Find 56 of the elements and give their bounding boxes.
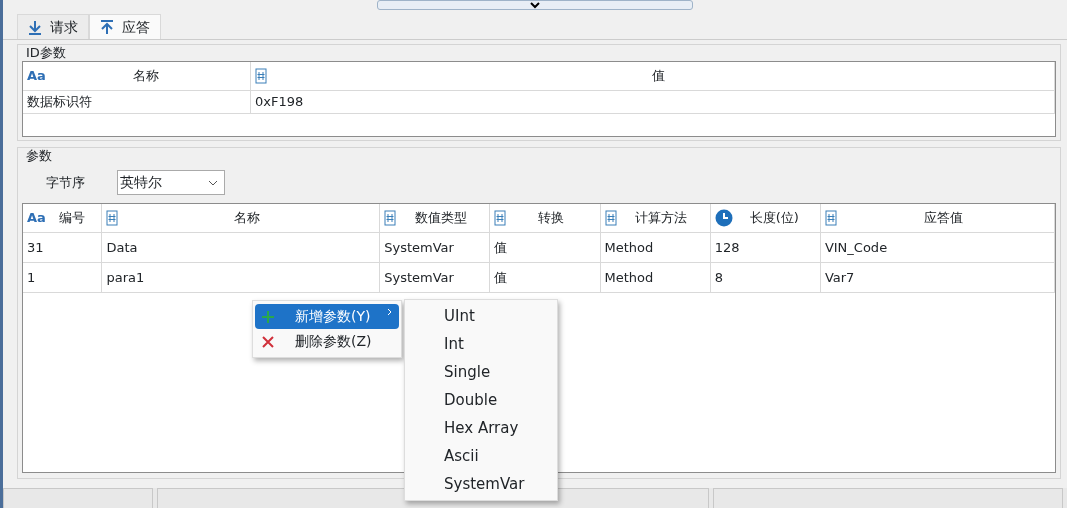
group-title: 参数 [25,148,53,164]
menu-item[interactable]: 删除参数(Z) [255,329,399,354]
table-cell: 值 [490,263,601,292]
hash-icon [604,210,617,226]
table-cell: Method [600,233,711,262]
column-header[interactable]: Aa 名称 [23,62,252,90]
plus-icon [261,309,275,324]
column-header[interactable]: 计算方法 [600,204,711,232]
menu-item[interactable]: Int [405,330,557,358]
table-cell: VIN_Code [820,233,1056,262]
menu-item[interactable]: 新增参数(Y) [255,304,399,329]
column-header[interactable]: 名称 [102,204,381,232]
table-cell: Method [600,263,711,292]
type-icon: Aa [27,66,46,86]
column-header[interactable]: 值 [251,62,1055,90]
table-cell: 数据标识符 [23,91,252,113]
table-cell: para1 [102,263,381,292]
close-icon [261,334,275,349]
menu-item[interactable]: Ascii [405,442,557,470]
clock-icon [714,209,733,227]
column-header[interactable]: 转换 [490,204,601,232]
upload-icon [100,19,114,35]
menu-item[interactable]: UInt [405,302,557,330]
field-label: 字节序 [46,173,85,192]
hash-icon [106,210,119,226]
table-cell: SystemVar [380,263,491,292]
byte-order-dropdown[interactable]: 英特尔 [117,170,225,195]
column-header[interactable]: Aa 编号 [23,204,103,232]
menu-item[interactable]: SystemVar [405,470,557,498]
group-title: ID参数 [25,45,67,61]
table-cell: 128 [710,233,821,262]
menu-item[interactable]: Double [405,386,557,414]
column-header[interactable]: 应答值 [820,204,1056,232]
table-cell: 8 [710,263,821,292]
type-icon: Aa [27,208,46,228]
tab[interactable]: 请求 [17,14,89,39]
hash-icon [384,210,397,226]
splitter-handle[interactable] [377,0,693,10]
table-cell: Data [102,233,381,262]
chevron-icon [208,179,218,186]
column-header[interactable]: 长度(位) [710,204,821,232]
table-cell: SystemVar [380,233,491,262]
download-icon [28,19,42,35]
tab[interactable]: 应答 [89,14,161,39]
table-cell: 1 [23,263,103,292]
chevron-icon [530,1,540,9]
hash-icon [494,210,507,226]
hash-icon [255,68,268,84]
table-cell: 值 [490,233,601,262]
table-cell: Var7 [820,263,1056,292]
hash-icon [824,210,837,226]
table-cell: 0xF198 [251,91,1055,113]
menu-item[interactable]: Single [405,358,557,386]
table-cell: 31 [23,233,103,262]
column-header[interactable]: 数值类型 [380,204,491,232]
menu-item[interactable]: Hex Array [405,414,557,442]
